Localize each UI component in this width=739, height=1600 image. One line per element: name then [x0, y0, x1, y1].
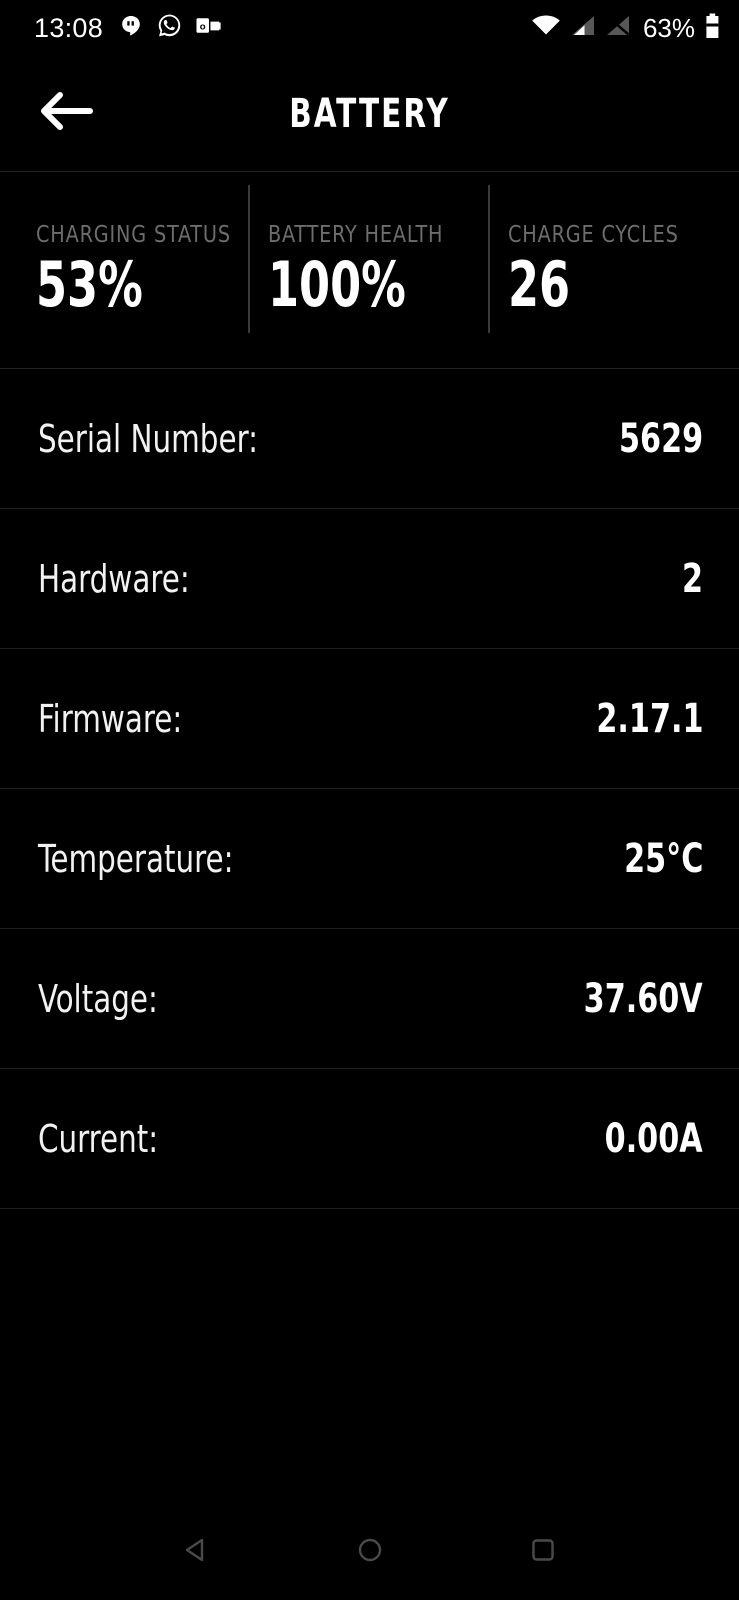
android-nav-bar: [0, 1504, 739, 1600]
status-bar-notification-icons: o: [119, 13, 221, 43]
row-label: Temperature:: [38, 836, 234, 881]
status-bar: 13:08 o 63%: [0, 0, 739, 56]
nav-recents-button[interactable]: [508, 1517, 578, 1587]
stat-value: 26: [508, 248, 571, 322]
battery-icon: [704, 13, 721, 44]
table-row: Current: 0.00A: [0, 1069, 739, 1209]
page-title: BATTERY: [289, 90, 450, 137]
nav-home-button[interactable]: [335, 1517, 405, 1587]
nav-back-button[interactable]: [162, 1517, 232, 1587]
stat-label: BATTERY HEALTH: [268, 222, 444, 249]
table-row: Firmware: 2.17.1: [0, 649, 739, 789]
stat-value: 53%: [36, 248, 143, 322]
battery-percent-label: 63%: [642, 13, 695, 43]
table-row: Serial Number: 5629: [0, 369, 739, 509]
stat-charging-status: CHARGING STATUS 53%: [0, 172, 248, 368]
row-value: 2: [681, 555, 703, 602]
svg-text:o: o: [200, 21, 206, 32]
stat-battery-health: BATTERY HEALTH 100%: [248, 172, 488, 368]
wifi-icon: [531, 14, 561, 43]
row-label: Firmware:: [38, 696, 183, 741]
stat-label: CHARGE CYCLES: [508, 222, 679, 249]
row-label: Voltage:: [38, 976, 158, 1021]
row-label: Current:: [38, 1116, 159, 1161]
outlook-icon: o: [196, 15, 221, 42]
signal-icon: [570, 14, 596, 43]
stat-label: CHARGING STATUS: [36, 222, 231, 249]
no-sim-signal-icon: [605, 14, 631, 43]
empty-area: [0, 1209, 739, 1504]
row-value: 5629: [618, 415, 703, 462]
hangouts-icon: [119, 14, 143, 43]
table-row: Hardware: 2: [0, 509, 739, 649]
battery-summary-stats: CHARGING STATUS 53% BATTERY HEALTH 100% …: [0, 172, 739, 368]
nav-recents-icon: [526, 1533, 560, 1572]
stat-value: 100%: [268, 248, 406, 322]
table-row: Temperature: 25°C: [0, 789, 739, 929]
whatsapp-icon: [157, 13, 182, 43]
row-label: Hardware:: [38, 556, 190, 601]
nav-home-icon: [353, 1533, 387, 1572]
nav-back-icon: [180, 1533, 214, 1572]
row-value: 25°C: [623, 835, 703, 882]
row-label: Serial Number:: [38, 416, 258, 461]
battery-detail-list: Serial Number: 5629 Hardware: 2 Firmware…: [0, 369, 739, 1209]
row-value: 0.00A: [605, 1115, 703, 1162]
phone-screen: 13:08 o 63% BATTERY CHARGING STATUS 53% …: [0, 0, 739, 1600]
stat-charge-cycles: CHARGE CYCLES 26: [488, 172, 739, 368]
row-value: 37.60V: [583, 975, 703, 1022]
app-bar: BATTERY: [0, 56, 739, 171]
row-value: 2.17.1: [595, 695, 703, 742]
table-row: Voltage: 37.60V: [0, 929, 739, 1069]
status-bar-system-icons: 63%: [531, 13, 721, 44]
status-bar-clock: 13:08: [34, 12, 104, 43]
